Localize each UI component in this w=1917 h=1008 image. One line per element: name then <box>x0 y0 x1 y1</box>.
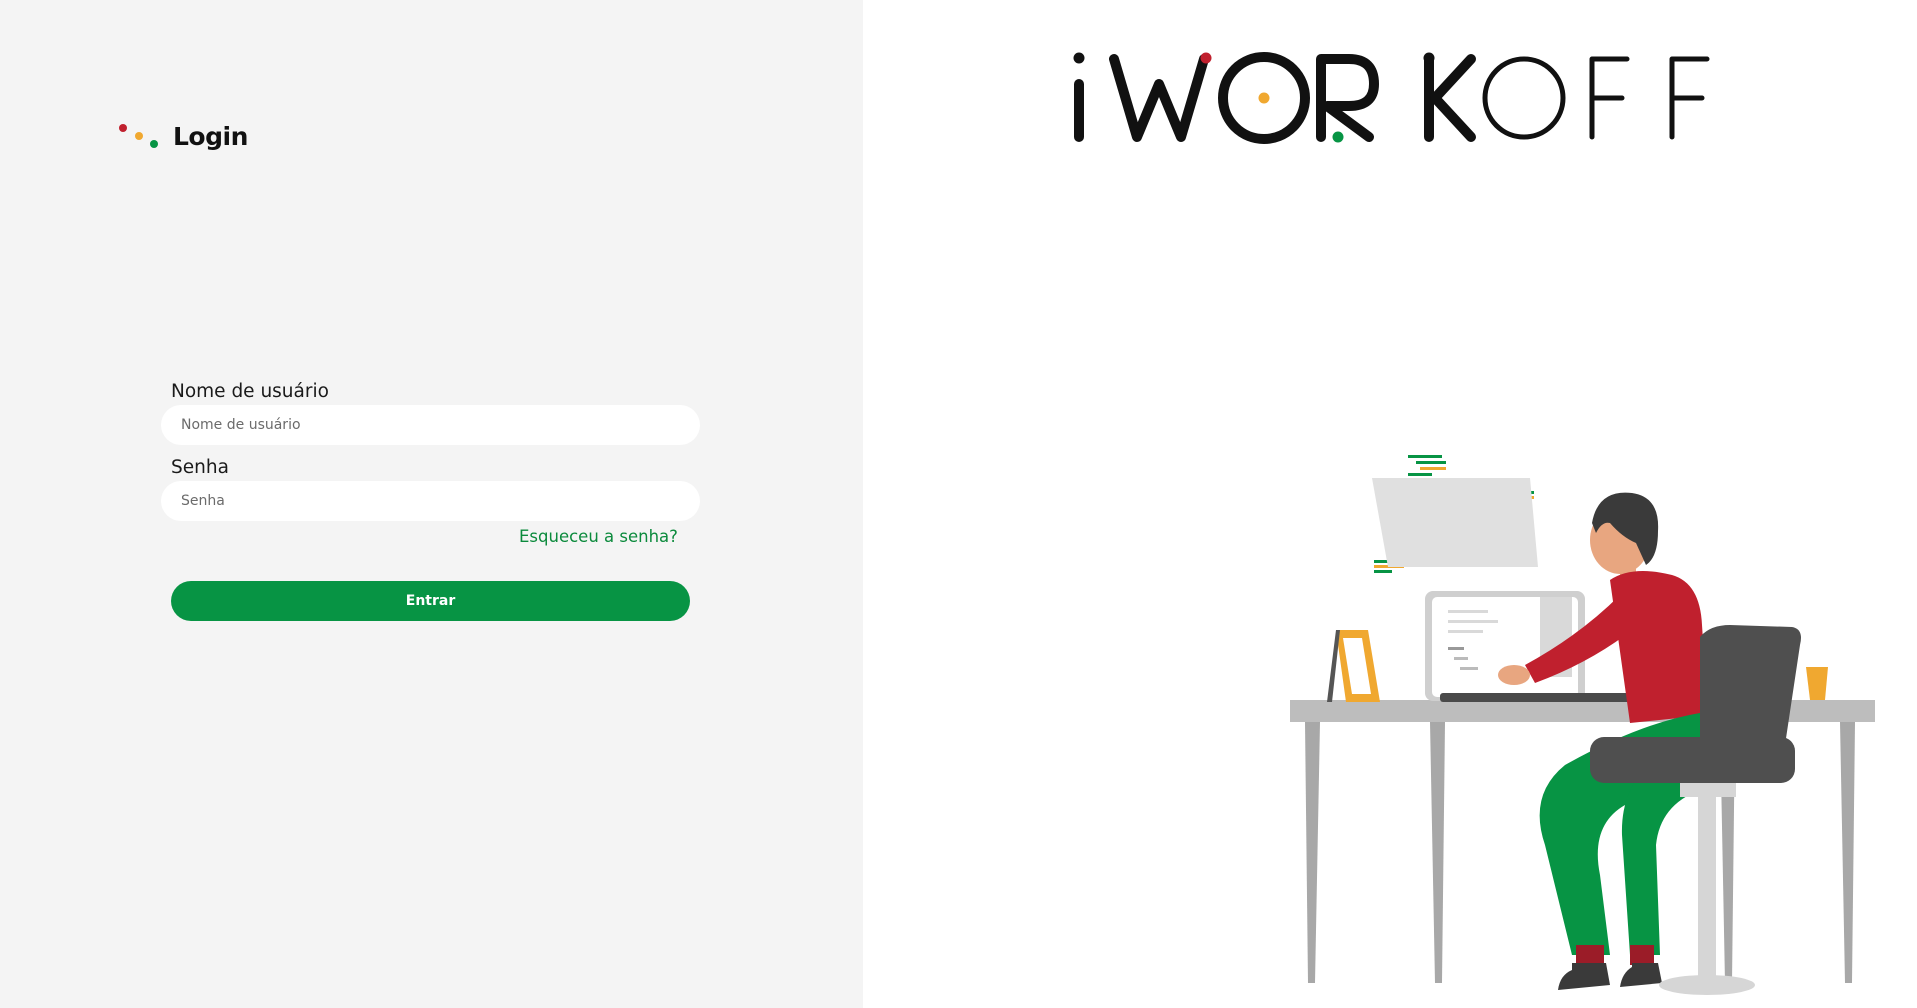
login-page: Login Nome de usuário Senha Esqueceu a s… <box>0 0 1917 1008</box>
login-header: Login <box>117 118 277 154</box>
username-input[interactable] <box>161 405 700 445</box>
password-input[interactable] <box>161 481 700 521</box>
login-submit-button[interactable]: Entrar <box>171 581 690 621</box>
person-working-illustration <box>1290 455 1875 995</box>
three-dots-icon <box>117 118 161 154</box>
username-label: Nome de usuário <box>171 381 329 402</box>
forgot-password-link[interactable]: Esqueceu a senha? <box>519 527 678 546</box>
login-title: Login <box>173 122 248 151</box>
iworkoff-logo <box>1073 52 1710 144</box>
login-panel: Login Nome de usuário Senha Esqueceu a s… <box>0 0 863 1008</box>
password-label: Senha <box>171 457 229 478</box>
